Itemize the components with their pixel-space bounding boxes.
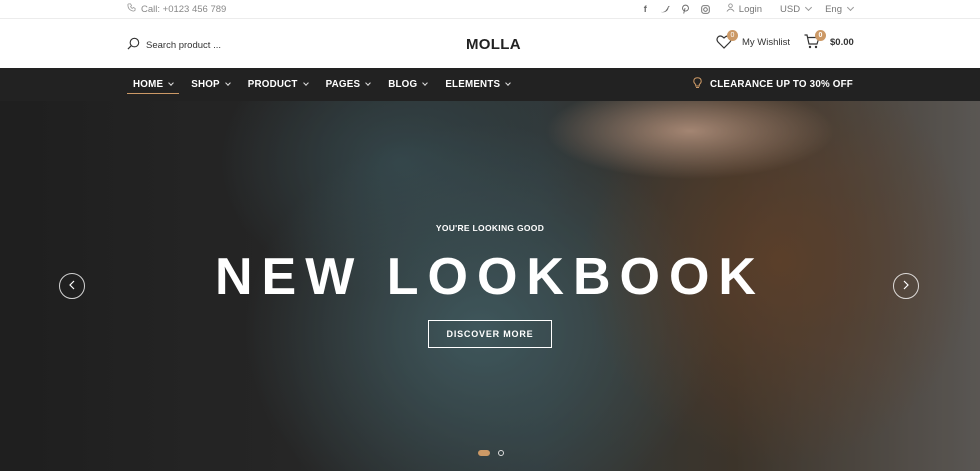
call-info[interactable]: Call: +0123 456 789	[127, 3, 226, 15]
hero-slider: YOU'RE LOOKING GOOD NEW LOOKBOOK DISCOVE…	[0, 101, 980, 471]
nav-item-label: SHOP	[191, 79, 220, 90]
chevron-right-icon	[902, 277, 910, 295]
chevron-down-icon	[846, 3, 855, 12]
chevron-down-icon	[805, 3, 813, 12]
facebook-icon[interactable]: f	[641, 4, 650, 14]
slider-dot-1[interactable]	[478, 450, 490, 456]
nav-item-pages[interactable]: PAGES	[320, 68, 377, 101]
chevron-down-icon	[365, 80, 372, 86]
clearance-promo[interactable]: CLEARANCE UP TO 30% OFF	[693, 68, 853, 101]
discover-more-button[interactable]: DISCOVER MORE	[428, 320, 552, 348]
phone-icon	[127, 3, 136, 15]
slider-dot-2[interactable]	[498, 450, 504, 456]
heart-icon	[716, 35, 732, 52]
nav-item-home[interactable]: HOME	[127, 68, 180, 101]
call-text: Call: +0123 456 789	[141, 3, 227, 15]
nav-item-label: HOME	[133, 79, 164, 90]
cart-total: $0.00	[830, 36, 854, 48]
search-icon[interactable]	[127, 37, 140, 53]
wishlist-label: My Wishlist	[742, 36, 791, 48]
chevron-down-icon	[505, 80, 512, 86]
cart-count-badge: 0	[815, 30, 826, 41]
nav-item-product[interactable]: PRODUCT	[242, 68, 314, 101]
wishlist-count-badge: 0	[727, 30, 738, 41]
slider-prev-button[interactable]	[59, 273, 85, 299]
login-link[interactable]: Login	[726, 3, 762, 15]
search-box[interactable]: Search product ...	[127, 37, 221, 53]
chevron-down-icon	[168, 80, 175, 86]
currency-dropdown[interactable]: USD	[780, 3, 813, 15]
nav-item-elements[interactable]: ELEMENTS	[439, 68, 516, 101]
nav-item-shop[interactable]: SHOP	[185, 68, 236, 101]
hero-kicker: YOU'RE LOOKING GOOD	[435, 223, 545, 233]
search-input[interactable]: Search product ...	[146, 40, 221, 51]
main-nav: HOME SHOP PRODUCT PAGES BLOG ELEMENTS CL…	[0, 68, 980, 101]
slider-next-button[interactable]	[893, 273, 919, 299]
nav-item-label: PRODUCT	[247, 79, 298, 90]
nav-item-label: PAGES	[325, 79, 361, 90]
language-dropdown[interactable]: Eng	[825, 3, 855, 15]
chevron-down-icon	[302, 80, 309, 86]
user-icon	[726, 3, 735, 15]
chevron-left-icon	[68, 277, 76, 295]
nav-item-label: ELEMENTS	[445, 79, 501, 90]
chevron-down-icon	[224, 80, 231, 86]
wishlist-link[interactable]: 0 My Wishlist	[716, 30, 791, 52]
cart-icon	[804, 34, 820, 52]
currency-value: USD	[780, 3, 801, 15]
nav-item-label: BLOG	[388, 79, 418, 90]
chevron-down-icon	[422, 80, 429, 86]
slider-dots	[478, 450, 504, 456]
nav-item-blog[interactable]: BLOG	[382, 68, 433, 101]
hero-title: NEW LOOKBOOK	[215, 248, 765, 306]
language-value: Eng	[825, 3, 842, 15]
top-bar: Call: +0123 456 789 f Login USD Eng	[0, 0, 980, 19]
social-links: f	[641, 4, 710, 14]
promo-text: CLEARANCE UP TO 30% OFF	[709, 79, 853, 90]
cart-link[interactable]: 0 $0.00	[804, 30, 854, 52]
twitter-icon[interactable]	[660, 4, 670, 14]
pinterest-icon[interactable]	[681, 4, 690, 14]
instagram-icon[interactable]	[701, 4, 710, 14]
lightbulb-icon	[693, 77, 702, 92]
logo[interactable]: MOLLA	[466, 36, 521, 53]
login-label: Login	[738, 3, 763, 15]
header: Search product ... MOLLA 0 My Wishlist 0…	[0, 20, 980, 68]
